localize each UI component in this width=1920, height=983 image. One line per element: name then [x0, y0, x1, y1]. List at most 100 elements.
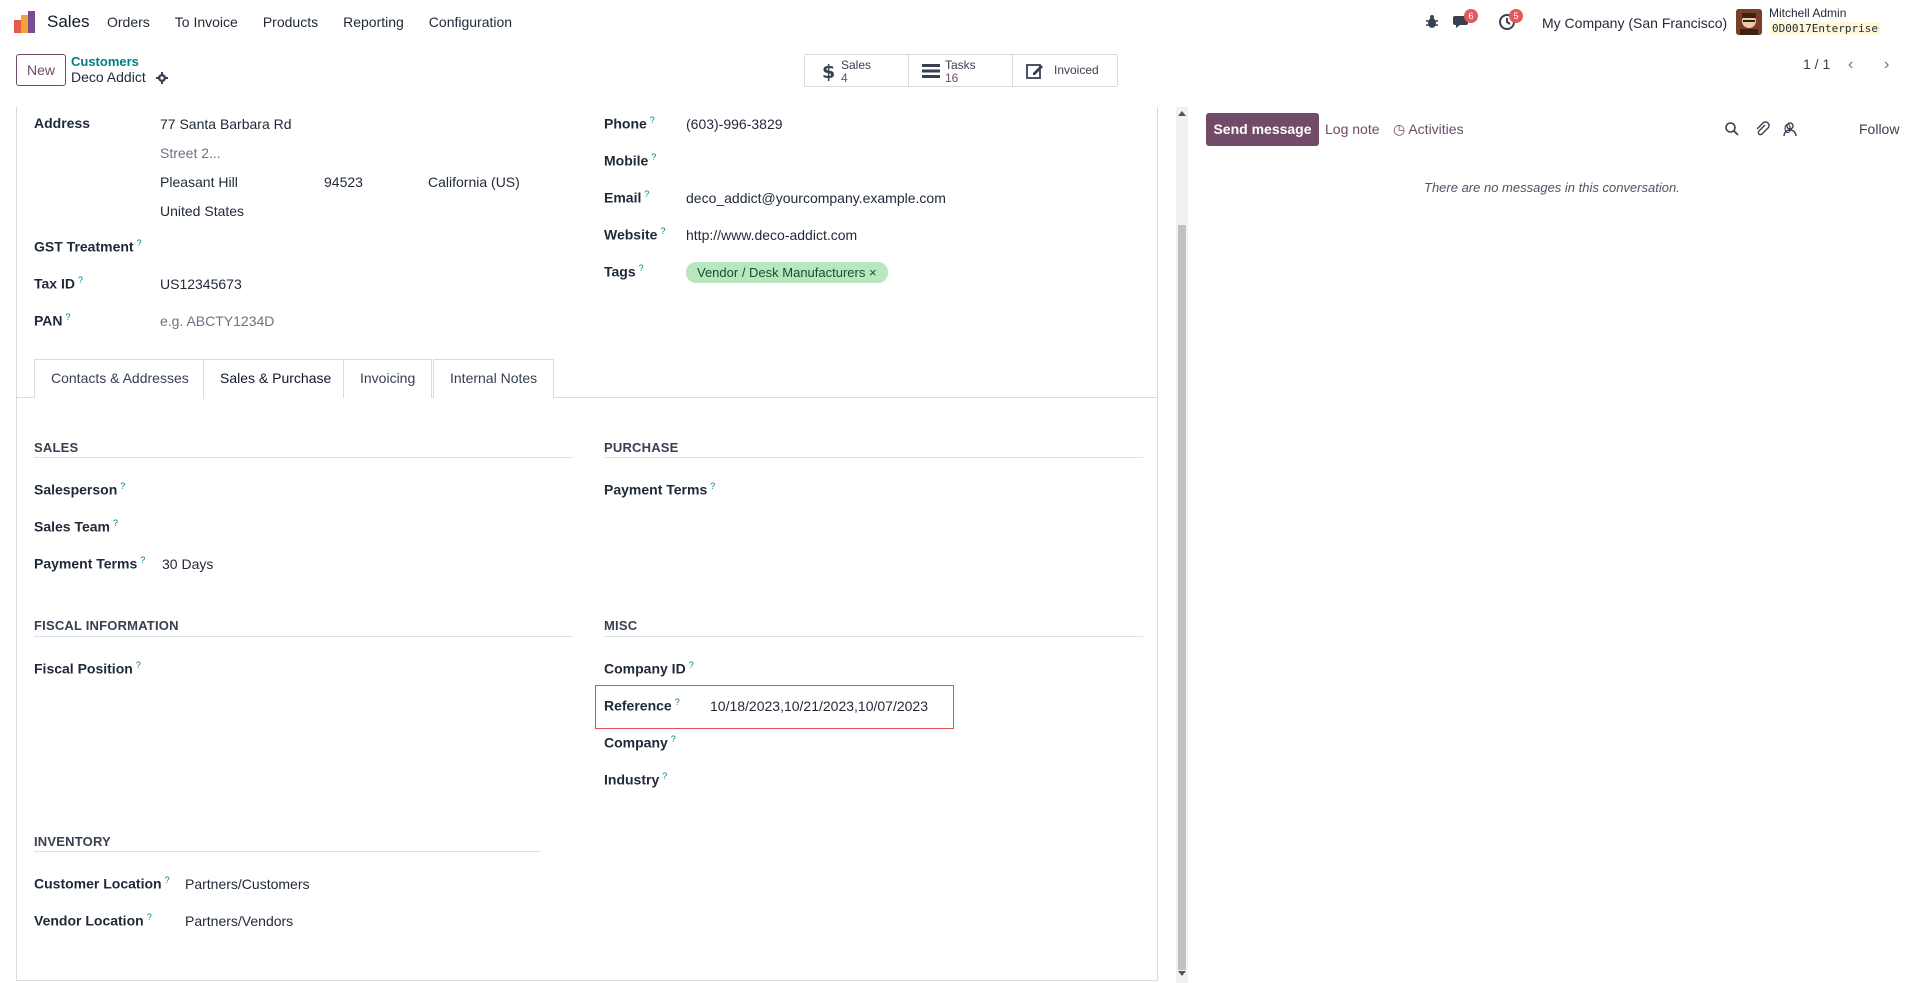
customer-location-field[interactable]: Partners/Customers	[185, 876, 309, 892]
tag-vendor-desk[interactable]: Vendor / Desk Manufacturers ×	[686, 262, 888, 283]
address-label: Address	[34, 115, 91, 131]
user-avatar[interactable]	[1736, 9, 1762, 35]
scroll-down-arrow-icon[interactable]	[1178, 971, 1186, 976]
vendor-location-label: Vendor Location?	[34, 912, 152, 929]
sales-divider	[34, 457, 573, 458]
user-name[interactable]: Mitchell Admin	[1769, 6, 1846, 20]
purchase-section-title: PURCHASE	[604, 440, 679, 455]
state-field[interactable]: California (US)	[428, 174, 520, 190]
salesperson-label: Salesperson?	[34, 481, 126, 498]
sales-team-label: Sales Team?	[34, 518, 119, 535]
sales-section-title: SALES	[34, 440, 79, 455]
followers-count[interactable]: 0	[1784, 121, 1791, 136]
purchase-divider	[604, 457, 1143, 458]
top-navbar: Sales Orders To Invoice Products Reporti…	[0, 0, 1920, 46]
main-menu: Orders To Invoice Products Reporting Con…	[107, 14, 537, 30]
gst-treatment-label: GST Treatment?	[34, 238, 142, 255]
gear-icon[interactable]	[156, 72, 168, 84]
dollar-icon: $	[822, 61, 835, 81]
breadcrumb-current: Deco Addict	[71, 69, 146, 85]
scroll-thumb[interactable]	[1178, 225, 1186, 970]
mobile-label: Mobile?	[604, 152, 657, 169]
website-field[interactable]: http://www.deco-addict.com	[686, 227, 857, 243]
pager-next-icon[interactable]: ›	[1884, 56, 1898, 73]
breadcrumb-customers[interactable]: Customers	[71, 54, 139, 69]
country-field[interactable]: United States	[160, 203, 244, 219]
debug-bug-icon[interactable]	[1423, 13, 1441, 31]
inventory-divider	[34, 851, 541, 852]
tasks-smart-value: 16	[945, 71, 959, 85]
menu-to-invoice[interactable]: To Invoice	[175, 14, 238, 30]
vendor-location-field[interactable]: Partners/Vendors	[185, 913, 293, 929]
paperclip-icon[interactable]	[1754, 121, 1770, 137]
send-message-button[interactable]: Send message	[1206, 113, 1319, 146]
payment-terms-field[interactable]: 30 Days	[162, 556, 213, 572]
street-field[interactable]: 77 Santa Barbara Rd	[160, 116, 292, 132]
invoiced-smart-title: Invoiced	[1054, 63, 1099, 77]
tasks-smart-button[interactable]: Tasks 16	[909, 55, 1013, 86]
industry-label: Industry?	[604, 771, 668, 788]
phone-field[interactable]: (603)-996-3829	[686, 116, 783, 132]
search-icon[interactable]	[1724, 121, 1740, 137]
reference-highlight-box	[595, 685, 954, 729]
menu-configuration[interactable]: Configuration	[429, 14, 512, 30]
customer-location-label: Customer Location?	[34, 875, 170, 892]
invoiced-smart-button[interactable]: Invoiced	[1013, 55, 1117, 86]
form-sheet: Address 77 Santa Barbara Rd Street 2... …	[16, 107, 1158, 981]
empty-chatter-message: There are no messages in this conversati…	[1424, 180, 1680, 195]
clock-icon: ◷	[1393, 121, 1406, 137]
pager-previous-icon[interactable]: ‹	[1848, 56, 1862, 73]
street2-field[interactable]: Street 2...	[160, 145, 221, 161]
pan-field[interactable]: e.g. ABCTY1234D	[160, 313, 274, 329]
menu-orders[interactable]: Orders	[107, 14, 150, 30]
activities-button[interactable]: ◷ Activities	[1393, 121, 1464, 138]
edit-icon	[1026, 64, 1043, 79]
fiscal-section-title: FISCAL INFORMATION	[34, 618, 179, 633]
misc-divider	[604, 636, 1143, 637]
city-field[interactable]: Pleasant Hill	[160, 174, 238, 190]
follow-button[interactable]: Follow	[1859, 121, 1899, 137]
log-note-button[interactable]: Log note	[1325, 121, 1380, 137]
tasks-smart-title: Tasks	[945, 58, 976, 72]
new-button[interactable]: New	[16, 54, 66, 86]
menu-reporting[interactable]: Reporting	[343, 14, 404, 30]
sales-app-icon[interactable]	[14, 11, 38, 33]
company-label: Company?	[604, 734, 676, 751]
menu-products[interactable]: Products	[263, 14, 318, 30]
fiscal-position-label: Fiscal Position?	[34, 660, 141, 677]
activities-clock-icon[interactable]: 5	[1498, 9, 1523, 31]
tab-internal-notes[interactable]: Internal Notes	[433, 359, 555, 398]
fiscal-divider	[34, 636, 573, 637]
zip-field[interactable]: 94523	[324, 174, 363, 190]
database-name: 0D0017Enterprise	[1770, 22, 1880, 35]
tag-remove-icon[interactable]: ×	[869, 265, 877, 280]
pager-value[interactable]: 1 / 1	[1803, 56, 1830, 72]
website-label: Website?	[604, 226, 666, 243]
company-switcher[interactable]: My Company (San Francisco)	[1542, 15, 1727, 31]
misc-section-title: MISC	[604, 618, 638, 633]
email-label: Email?	[604, 189, 650, 206]
svg-text:$: $	[822, 61, 835, 81]
chatter-panel: Send message Log note ◷ Activities	[1190, 107, 1920, 983]
purchase-payment-terms-label: Payment Terms?	[604, 481, 716, 498]
tab-contacts-addresses[interactable]: Contacts & Addresses	[34, 359, 206, 398]
messages-badge: 6	[1464, 9, 1478, 23]
tab-sales-purchase[interactable]: Sales & Purchase	[203, 359, 349, 399]
sales-smart-value: 4	[841, 71, 848, 85]
sales-smart-button[interactable]: $ Sales 4	[805, 55, 909, 86]
email-field[interactable]: deco_addict@yourcompany.example.com	[686, 190, 946, 206]
tax-id-field[interactable]: US12345673	[160, 276, 242, 292]
tab-invoicing[interactable]: Invoicing	[343, 359, 433, 398]
app-name[interactable]: Sales	[47, 12, 90, 32]
scroll-up-arrow-icon[interactable]	[1178, 111, 1186, 116]
tasks-icon	[922, 64, 940, 78]
company-id-label: Company ID?	[604, 660, 694, 677]
payment-terms-label: Payment Terms?	[34, 555, 146, 572]
pan-label: PAN?	[34, 312, 71, 329]
messages-icon[interactable]: 6	[1453, 9, 1478, 31]
form-scrollbar[interactable]	[1176, 107, 1188, 983]
tags-label: Tags?	[604, 263, 644, 280]
phone-label: Phone?	[604, 115, 655, 132]
activities-badge: 5	[1509, 9, 1523, 23]
inventory-section-title: INVENTORY	[34, 834, 111, 849]
